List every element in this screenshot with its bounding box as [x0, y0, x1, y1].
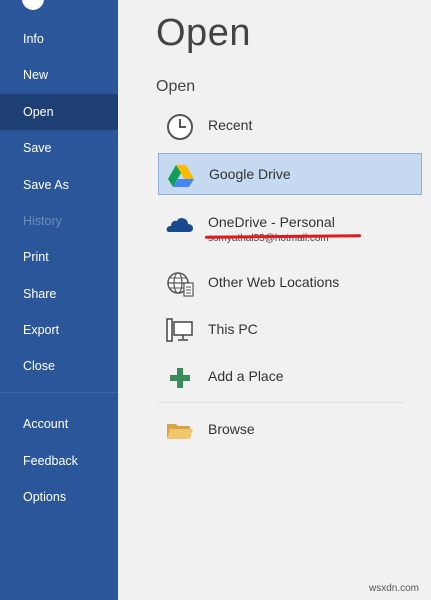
nav-item-account[interactable]: Account: [0, 406, 118, 442]
place-label: Other Web Locations: [208, 274, 340, 290]
place-browse[interactable]: Browse: [158, 409, 422, 451]
open-pane: Open Open Recent Google Drive OneDrive -…: [118, 0, 431, 600]
section-title: Open: [156, 78, 196, 95]
nav-item-close[interactable]: Close: [0, 348, 118, 384]
place-label: Add a Place: [208, 368, 284, 384]
page-title: Open: [156, 12, 251, 54]
place-label: OneDrive - Personal: [208, 214, 335, 230]
computer-icon: [166, 318, 193, 342]
place-add-a-place[interactable]: Add a Place: [158, 356, 422, 398]
onedrive-cloud-icon: [166, 217, 193, 232]
clock-icon: [167, 114, 193, 140]
place-recent[interactable]: Recent: [158, 105, 422, 147]
backstage-sidebar: Info New Open Save Save As History Print…: [0, 0, 118, 600]
nav-item-save-as[interactable]: Save As: [0, 167, 118, 203]
globe-icon: [167, 272, 194, 297]
back-arrow-icon[interactable]: [22, 0, 44, 10]
plus-icon: [170, 368, 190, 388]
place-this-pc[interactable]: This PC: [158, 309, 422, 351]
nav-item-history: History: [23, 214, 62, 228]
nav-separator: [0, 392, 118, 393]
folder-icon: [167, 424, 193, 439]
nav-item-share[interactable]: Share: [0, 276, 118, 312]
place-label: Recent: [208, 117, 253, 133]
place-other-web-locations[interactable]: Other Web Locations: [158, 262, 422, 304]
place-label: This PC: [208, 321, 258, 337]
nav-item-options[interactable]: Options: [0, 479, 118, 515]
nav-item-print[interactable]: Print: [0, 239, 118, 275]
google-drive-icon: [168, 165, 194, 187]
watermark-text: wsxdn.com: [368, 583, 419, 594]
place-label: Google Drive: [209, 166, 291, 182]
nav-item-feedback[interactable]: Feedback: [0, 443, 118, 479]
place-onedrive-personal[interactable]: OneDrive - Personal somyathal55@hotmail.…: [158, 202, 422, 244]
nav-item-info[interactable]: Info: [0, 21, 118, 57]
nav-item-open[interactable]: Open: [0, 94, 118, 130]
nav-item-export[interactable]: Export: [0, 312, 118, 348]
places-divider: [158, 402, 404, 403]
place-google-drive[interactable]: Google Drive: [158, 153, 422, 195]
nav-item-new[interactable]: New: [0, 57, 118, 93]
place-label: Browse: [208, 421, 255, 437]
nav-item-save[interactable]: Save: [0, 130, 118, 166]
